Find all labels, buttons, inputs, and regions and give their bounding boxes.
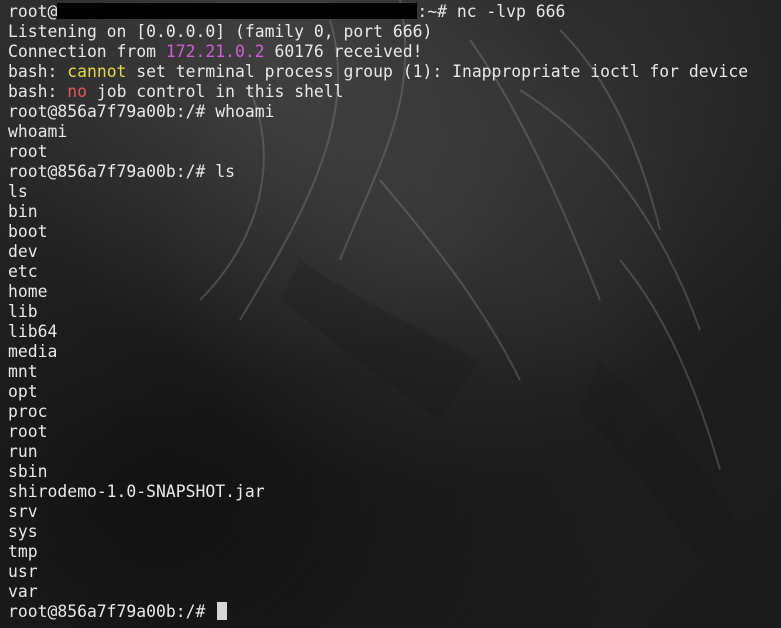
output-line-listening: Listening on [0.0.0.0] (family 0, port 6… [8,22,433,41]
terminal-cursor[interactable] [217,602,228,620]
keyword-cannot: cannot [67,62,127,81]
output-line-connection: Connection from 172.21.0.2 60176 receive… [8,42,781,62]
ls-entry: dev [8,242,38,261]
ls-entry: lib [8,302,38,321]
ls-entry: proc [8,402,48,421]
output-line-bash-jobcontrol: bash: no job control in this shell [8,82,781,102]
prompt-line-ls: root@856a7f79a00b:/# ls [8,162,235,181]
ls-entry: shirodemo-1.0-SNAPSHOT.jar [8,482,265,501]
prompt-line-current[interactable]: root@856a7f79a00b:/# [8,602,781,622]
ls-entry: run [8,442,38,461]
echo-line-ls: ls [8,182,28,201]
output-line-whoami: root [8,142,48,161]
bash-prefix: bash: [8,62,68,81]
bash-message: set terminal process group (1): Inapprop… [126,62,749,81]
ls-entry: opt [8,382,38,401]
prompt-user: root@ [8,2,58,21]
ls-entry: media [8,342,58,361]
ls-entry: etc [8,262,38,281]
ls-entry: mnt [8,362,38,381]
ls-entry: sys [8,522,38,541]
prompt-line-whoami: root@856a7f79a00b:/# whoami [8,102,275,121]
prompt-text: root@856a7f79a00b:/# [8,602,216,621]
ls-entry: var [8,582,38,601]
output-line-bash-ioctl: bash: cannot set terminal process group … [8,62,781,82]
echo-line-whoami: whoami [8,122,68,141]
bash-message: job control in this shell [86,82,344,101]
ls-entry: lib64 [8,322,58,341]
ls-entry: tmp [8,542,38,561]
terminal-window[interactable]: root@ :~# nc -lvp 666 Listening on [0.0.0… [0,0,781,628]
connection-ip: 172.21.0.2 [165,42,265,61]
ls-entry: home [8,282,48,301]
connection-prefix: Connection from [8,42,166,61]
prompt-suffix: :~# [417,2,457,21]
bash-prefix: bash: [8,82,68,101]
ls-entry: usr [8,562,38,581]
ls-entry: root [8,422,48,441]
command-text: nc -lvp 666 [456,2,566,21]
ls-entry: sbin [8,462,48,481]
ls-entry: bin [8,202,38,221]
ls-entry: srv [8,502,38,521]
connection-suffix: 60176 received! [264,42,423,61]
ls-entry: boot [8,222,48,241]
prompt-line-nc: root@ :~# nc -lvp 666 [8,2,781,22]
redacted-hostname [57,3,418,19]
terminal-output: root@ :~# nc -lvp 666 Listening on [0.0.0… [8,2,781,622]
keyword-no: no [67,82,87,101]
